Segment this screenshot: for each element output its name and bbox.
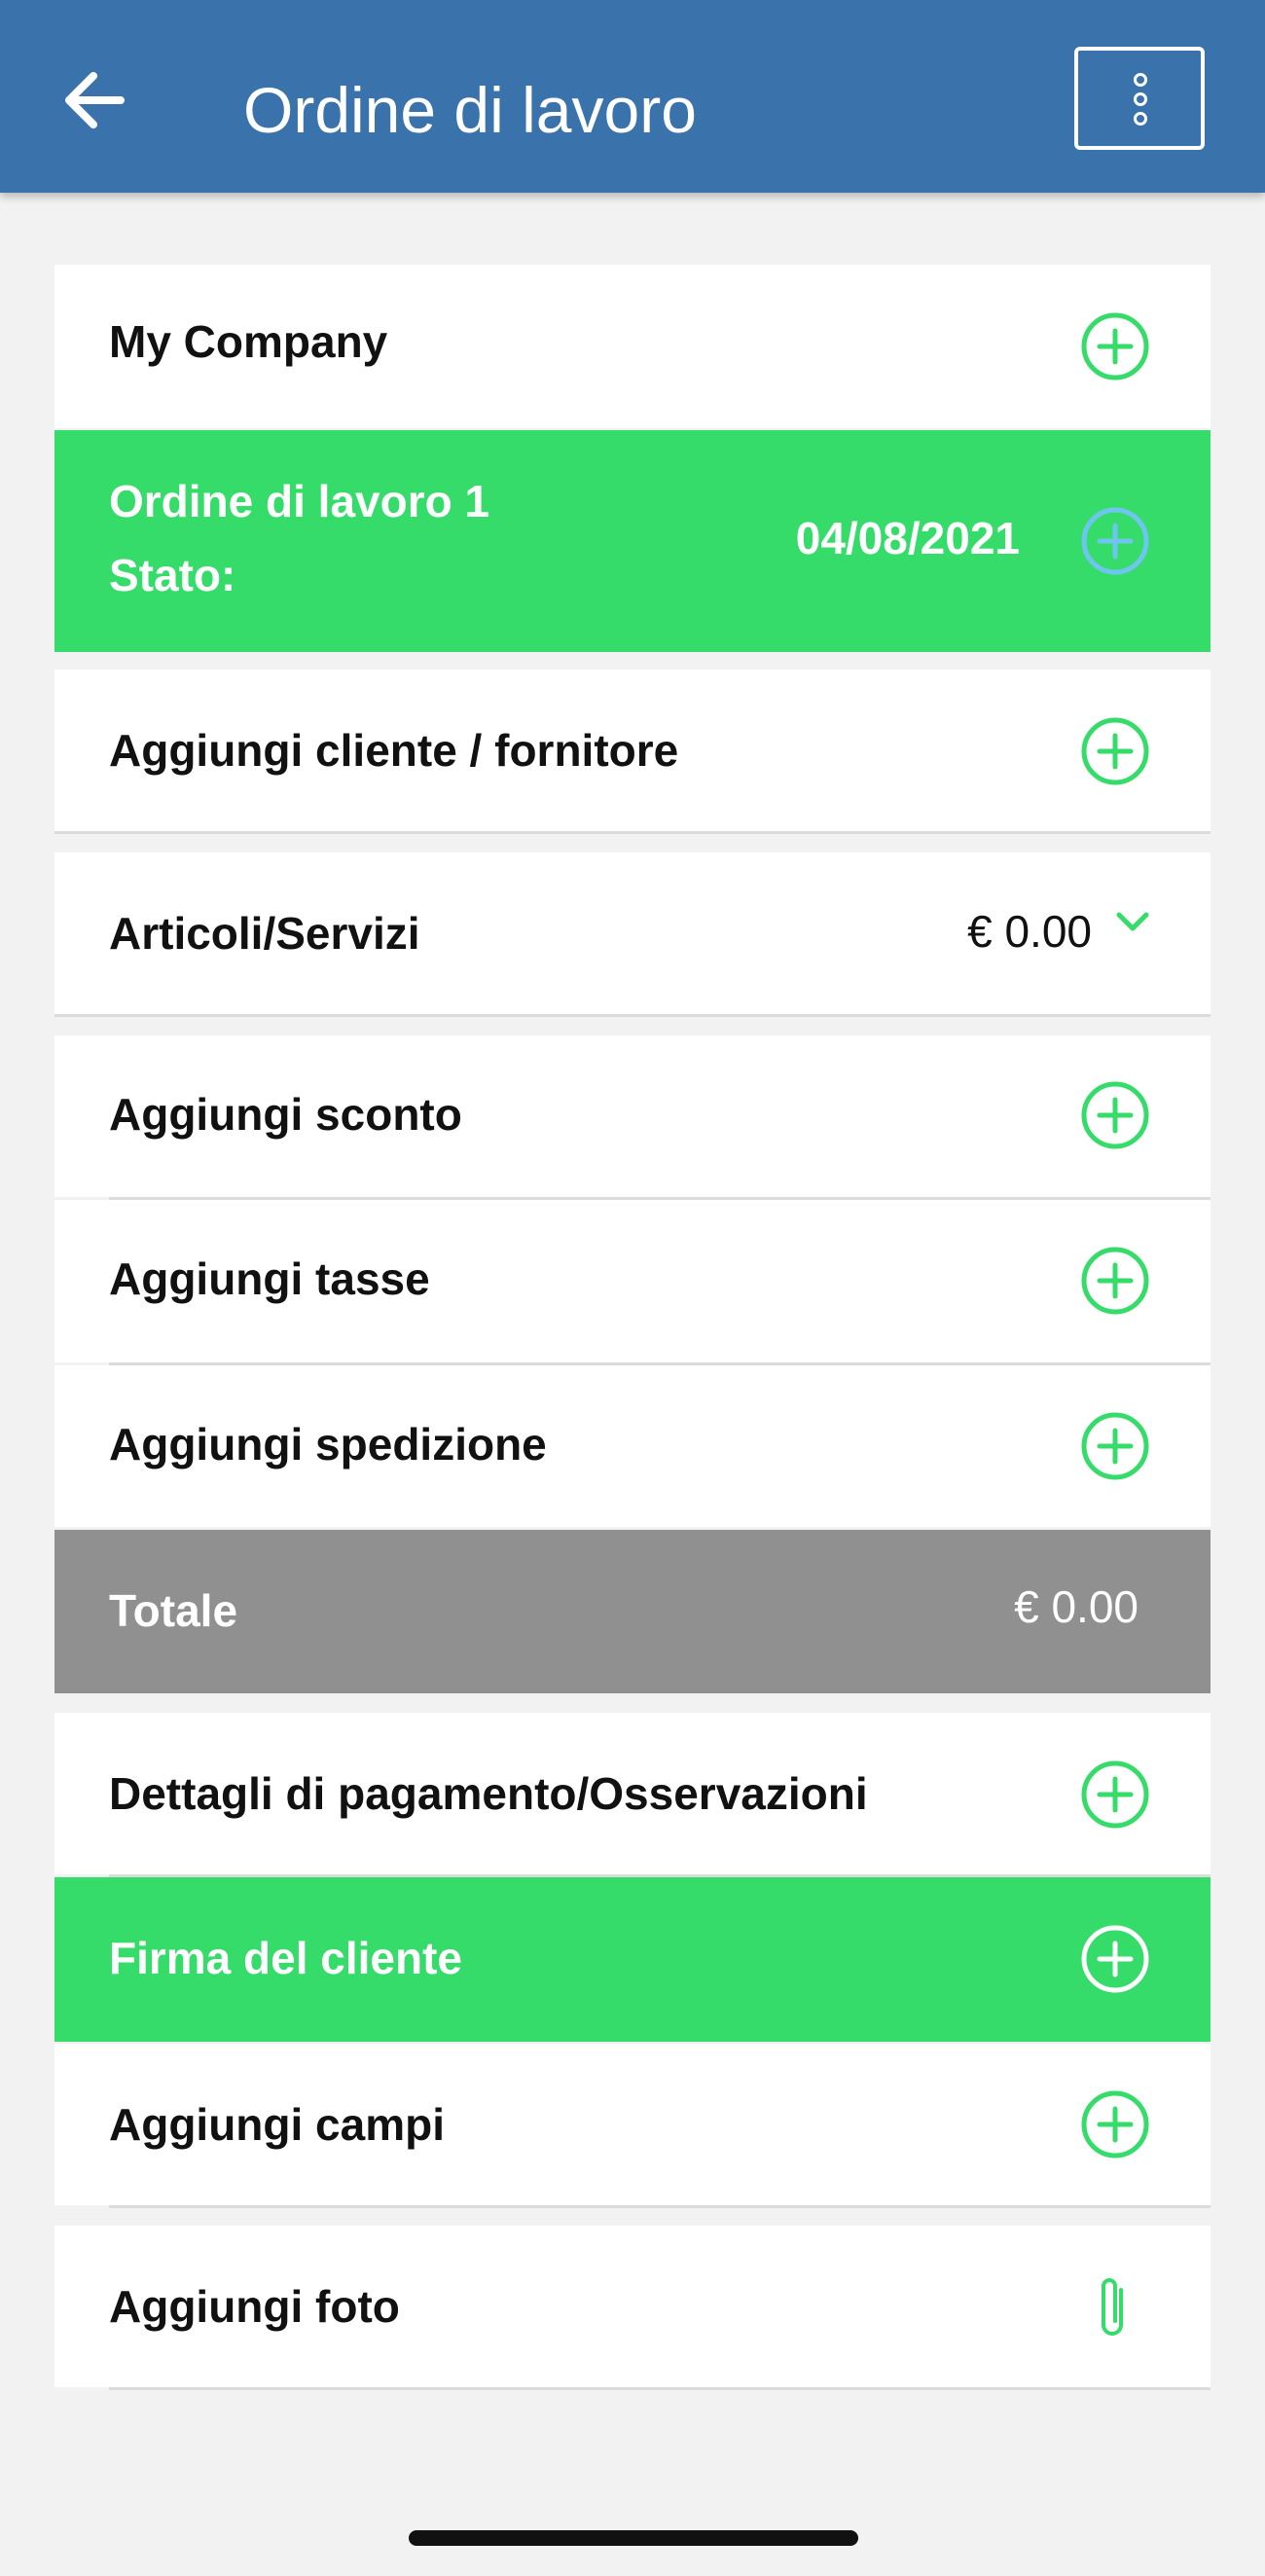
order-title: Ordine di lavoro 1	[109, 476, 490, 526]
plus-circle-icon[interactable]	[1080, 506, 1150, 576]
divider	[54, 1014, 1211, 1017]
payment-details-row[interactable]: Dettagli di pagamento/Osservazioni	[54, 1713, 1211, 1874]
add-client-label: Aggiungi cliente / fornitore	[109, 725, 679, 776]
order-info-row[interactable]: Ordine di lavoro 1 Stato: 04/08/2021	[54, 430, 1211, 652]
plus-circle-icon[interactable]	[1080, 311, 1150, 381]
company-name: My Company	[109, 316, 388, 367]
add-client-row[interactable]: Aggiungi cliente / fornitore	[54, 670, 1211, 831]
divider	[54, 831, 1211, 834]
add-tax-label: Aggiungi tasse	[109, 1253, 430, 1304]
chevron-down-icon[interactable]	[1113, 909, 1152, 936]
paperclip-icon[interactable]	[1094, 2272, 1133, 2342]
payment-details-label: Dettagli di pagamento/Osservazioni	[109, 1768, 868, 1819]
add-photo-label: Aggiungi foto	[109, 2281, 400, 2332]
customer-signature-row[interactable]: Firma del cliente	[54, 1877, 1211, 2042]
home-indicator	[409, 2530, 858, 2546]
divider	[109, 2387, 1211, 2390]
add-fields-row[interactable]: Aggiungi campi	[54, 2044, 1211, 2205]
add-discount-row[interactable]: Aggiungi sconto	[54, 1035, 1211, 1197]
total-row: Totale € 0.00	[54, 1530, 1211, 1693]
plus-circle-icon[interactable]	[1080, 1924, 1150, 1994]
add-shipping-label: Aggiungi spedizione	[109, 1419, 547, 1469]
order-date: 04/08/2021	[795, 513, 1020, 563]
plus-circle-icon[interactable]	[1080, 1080, 1150, 1150]
back-arrow-icon	[65, 72, 125, 128]
page-title: Ordine di lavoro	[243, 74, 697, 146]
add-fields-label: Aggiungi campi	[109, 2099, 445, 2150]
total-label: Totale	[109, 1585, 238, 1636]
plus-circle-icon[interactable]	[1080, 1411, 1150, 1481]
plus-circle-icon[interactable]	[1080, 1246, 1150, 1316]
add-discount-label: Aggiungi sconto	[109, 1089, 462, 1140]
total-amount: € 0.00	[1014, 1581, 1138, 1632]
plus-circle-icon[interactable]	[1080, 1760, 1150, 1830]
plus-circle-icon[interactable]	[1080, 716, 1150, 786]
plus-circle-icon[interactable]	[1080, 2089, 1150, 2159]
top-app-bar: Ordine di lavoro	[0, 0, 1265, 193]
company-row[interactable]: My Company	[54, 265, 1211, 428]
add-tax-row[interactable]: Aggiungi tasse	[54, 1200, 1211, 1362]
add-shipping-row[interactable]: Aggiungi spedizione	[54, 1365, 1211, 1527]
items-services-label: Articoli/Servizi	[109, 908, 420, 959]
back-button[interactable]	[60, 66, 128, 134]
items-amount: € 0.00	[967, 906, 1092, 957]
divider	[109, 2205, 1211, 2208]
add-photo-row[interactable]: Aggiungi foto	[54, 2226, 1211, 2387]
more-vertical-icon	[1134, 73, 1147, 126]
order-status-label: Stato:	[109, 550, 236, 600]
items-services-row[interactable]: Articoli/Servizi € 0.00	[54, 853, 1211, 1014]
customer-signature-label: Firma del cliente	[109, 1933, 463, 1983]
more-options-button[interactable]	[1074, 47, 1205, 150]
